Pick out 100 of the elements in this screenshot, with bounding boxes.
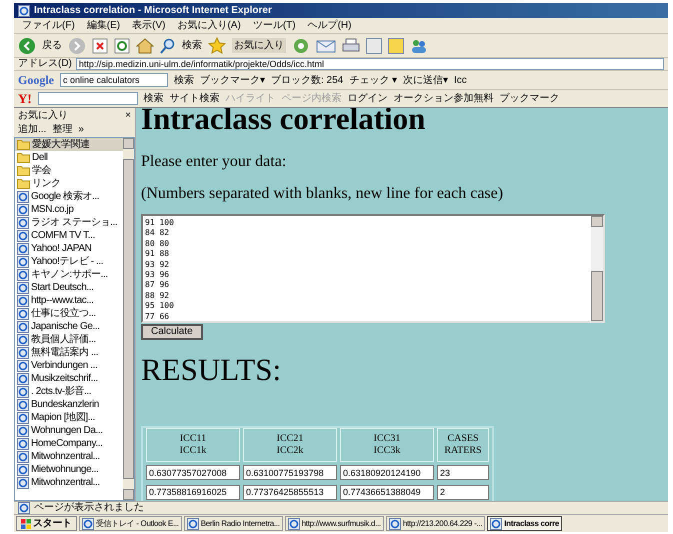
favorite-item[interactable]: 愛媛大学関連 [15, 138, 123, 151]
favorite-item[interactable]: Musikzeitschrif... [15, 372, 123, 385]
window-title: Intraclass correlation - Microsoft Internet Explorer [34, 6, 272, 16]
column-header: CASES [437, 428, 489, 445]
favorite-item[interactable]: 教員個人評価... [15, 333, 123, 346]
result-field[interactable]: 0.77376425855513 [243, 484, 337, 500]
browser-icon [18, 4, 30, 16]
page-icon [17, 424, 29, 436]
scrollbar[interactable] [591, 216, 603, 321]
result-field[interactable]: 0.63077357027008 [146, 465, 240, 480]
people-icon[interactable] [410, 38, 428, 54]
column-header: ICC31 [340, 428, 434, 445]
search-button[interactable]: 検索 [182, 38, 202, 53]
prompt-text: Please enter your data: [141, 152, 288, 172]
address-field[interactable]: http://sip.medizin.uni-ulm.de/informatik/projekte/Odds/icc.html [76, 58, 664, 70]
menu-item[interactable]: 表示(V) [132, 20, 166, 30]
favorite-item[interactable]: HomeCompany... [15, 437, 123, 450]
toolbar-button[interactable]: 検索 [144, 91, 164, 106]
yahoo-search-field[interactable] [38, 92, 138, 105]
toolbar-button[interactable]: オークション参加無料 [394, 91, 494, 106]
more-button[interactable]: » [78, 122, 84, 137]
back-icon[interactable] [18, 36, 36, 54]
folder-icon [17, 139, 30, 150]
forward-icon[interactable] [68, 36, 86, 54]
taskbar-button[interactable]: http://www.surfmusik.d... [284, 516, 384, 531]
page-icon [17, 334, 29, 346]
menu-item[interactable]: 編集(E) [86, 20, 120, 30]
star-icon[interactable] [208, 36, 226, 54]
favorite-item[interactable]: Dell [15, 151, 123, 164]
page-icon [17, 216, 29, 228]
organize-button[interactable]: 整理 [52, 122, 72, 137]
result-field[interactable]: 23 [437, 465, 489, 480]
favorite-item[interactable]: Mitwohnzentral... [15, 476, 123, 489]
favorite-item[interactable]: Yahoo! JAPAN [15, 242, 123, 255]
favorite-item[interactable]: Wohnungen Da... [15, 424, 123, 437]
favorite-item[interactable]: Mitwohnzentral... [15, 450, 123, 463]
favorite-item[interactable]: 無料電話案内 ... [15, 346, 123, 359]
favorite-item[interactable]: Mapion [地図]... [15, 411, 123, 424]
favorite-item[interactable]: Mietwohnunge... [15, 463, 123, 476]
column-header: ICC1k [146, 445, 240, 462]
favorite-item[interactable]: キヤノン:サポー... [15, 268, 123, 281]
favorite-item[interactable]: MSN.co.jp [15, 203, 123, 216]
toolbar-button[interactable]: ブロック数: 254 [271, 72, 344, 88]
taskbar-button[interactable]: http://213.200.64.229 -... [386, 516, 486, 531]
toolbar-button[interactable]: Icc [454, 72, 467, 88]
favorites-button[interactable]: お気に入り [232, 38, 286, 53]
favorite-item[interactable]: リンク [15, 177, 123, 190]
home-icon[interactable] [136, 38, 154, 54]
yahoo-logo: Y! [18, 90, 32, 108]
toolbar-button[interactable]: チェック ▾ [349, 72, 398, 88]
favorite-item[interactable]: . 2cts.tv-影音... [15, 385, 123, 398]
result-field[interactable]: 0.63100775193798 [243, 465, 337, 480]
page-icon [17, 256, 29, 268]
add-button[interactable]: 追加... [18, 122, 46, 137]
result-field[interactable]: 0.77358816916025 [146, 484, 240, 500]
page-icon [17, 438, 29, 450]
page-icon [388, 518, 401, 530]
result-field[interactable]: 0.77436651388049 [340, 484, 434, 500]
favorite-item[interactable]: Japanische Ge... [15, 320, 123, 333]
stop-icon[interactable] [92, 38, 108, 54]
close-button[interactable]: × [125, 108, 131, 122]
taskbar-button[interactable]: Intraclass corre [487, 516, 562, 531]
page-icon [17, 476, 29, 488]
favorite-item[interactable]: ラジオ ステーショ... [15, 216, 123, 229]
favorite-item[interactable]: Yahoo!テレビ - ... [15, 255, 123, 268]
back-button[interactable]: 戻る [42, 38, 62, 53]
printer-icon[interactable] [342, 38, 360, 54]
menu-item[interactable]: ヘルプ(H) [308, 20, 352, 30]
mail-icon[interactable] [316, 38, 336, 54]
page-icon [17, 204, 29, 216]
page-icon [17, 294, 29, 306]
result-field[interactable]: 2 [437, 484, 489, 500]
toolbar-button[interactable]: ブックマーク [500, 91, 560, 106]
toolbar-button[interactable]: ブックマーク▾ [200, 72, 265, 88]
favorite-item[interactable]: 仕事に役立つ... [15, 307, 123, 320]
favorite-item[interactable]: COMFM TV T... [15, 229, 123, 242]
taskbar-button[interactable]: 受信トレイ - Outlook E... [78, 516, 182, 531]
favorite-item[interactable]: Verbindungen ... [15, 359, 123, 372]
favorite-item[interactable]: 学会 [15, 164, 123, 177]
result-field[interactable]: 0.63180920124190 [340, 465, 434, 480]
favorite-item[interactable]: Google 検索オ... [15, 190, 123, 203]
menu-item[interactable]: ツール(T) [252, 20, 296, 30]
favorite-item[interactable]: Bundeskanzlerin [15, 398, 123, 411]
toolbar-button[interactable]: ログイン [348, 91, 388, 106]
toolbar-button[interactable]: サイト検索 [170, 91, 220, 106]
sidebar-title: お気に入り [18, 108, 68, 122]
menu-item[interactable]: お気に入り(A) [177, 20, 241, 30]
menu-item[interactable]: ファイル(F) [22, 20, 75, 30]
toolbar-button[interactable]: 検索 [174, 72, 194, 88]
scrollbar[interactable] [123, 138, 134, 500]
start-button[interactable]: スタート [16, 516, 77, 531]
toolbar-button[interactable]: 次に送信▾ [403, 72, 448, 88]
address-label: アドレス(D) [18, 59, 72, 69]
calculate-button[interactable]: Calculate [141, 324, 203, 340]
status-text: ページが表示されました [34, 503, 144, 513]
google-search-field[interactable]: c online calculators [60, 73, 168, 87]
favorite-item[interactable]: http--www.tac... [15, 294, 123, 307]
taskbar-button[interactable]: Berlin Radio Internetra... [184, 516, 283, 531]
favorite-item[interactable]: Start Deutsch... [15, 281, 123, 294]
search-icon[interactable] [160, 38, 176, 54]
